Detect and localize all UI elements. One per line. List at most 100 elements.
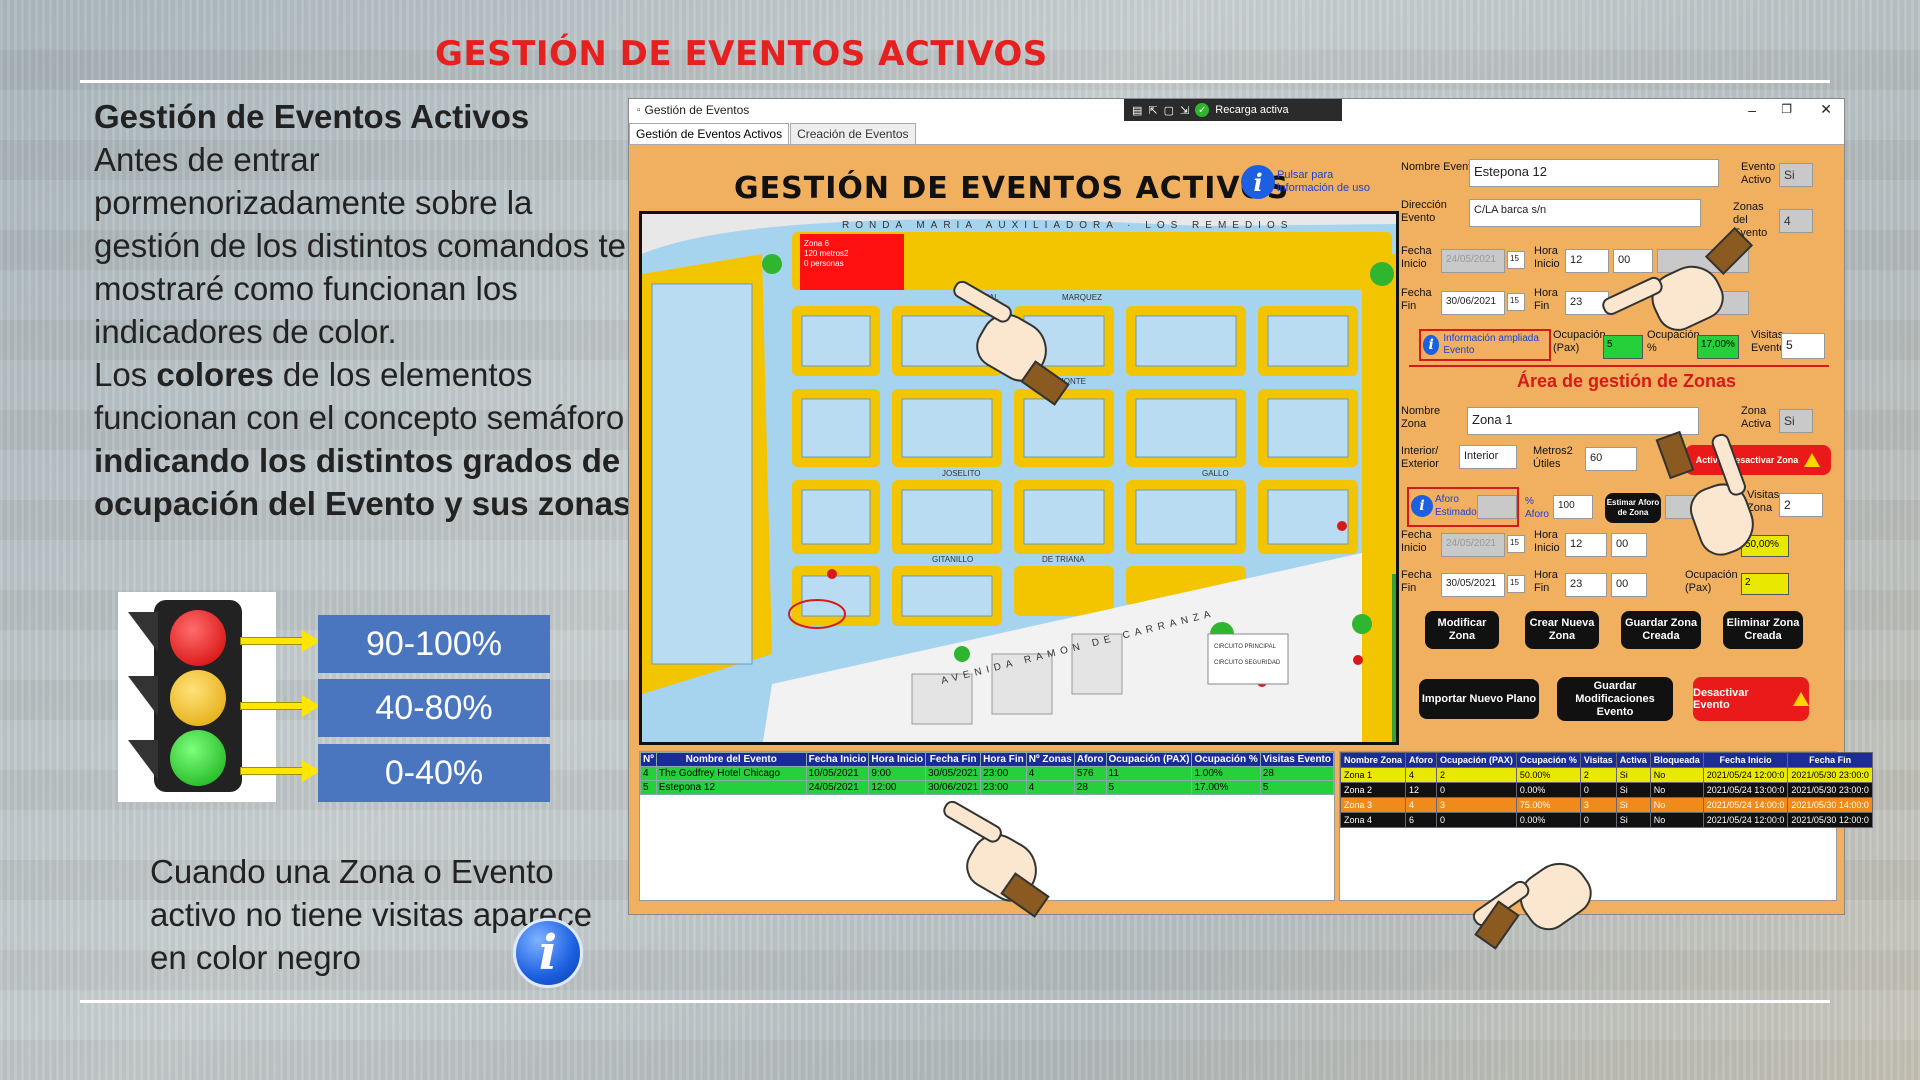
event-zones-field[interactable]: 4 — [1779, 209, 1813, 233]
col-header[interactable]: Fecha Inicio — [1702, 752, 1789, 768]
zone-end-date-label: Fecha Fin — [1401, 569, 1432, 594]
calendar-icon[interactable]: 15 — [1507, 251, 1525, 269]
col-header[interactable]: Ocupación (PAX) — [1436, 752, 1517, 768]
col-header[interactable]: Fecha Fin — [925, 752, 982, 767]
street-label: DE TRIANA — [1042, 555, 1085, 564]
aforo-estimado-field[interactable] — [1477, 495, 1517, 519]
zone-active-select[interactable]: Si — [1779, 409, 1813, 433]
table-row[interactable]: 4 The Godfrey Hotel Chicago 10/05/2021 9:00… — [640, 766, 1335, 781]
info-button-icon[interactable]: i — [1241, 165, 1275, 199]
event-active-select[interactable]: Si — [1779, 163, 1813, 187]
col-header[interactable]: Aforo — [1405, 752, 1438, 768]
minimize-button[interactable]: – — [1748, 102, 1756, 118]
modify-zone-button[interactable]: Modificar Zona — [1425, 611, 1499, 649]
table-row[interactable]: Zona 4 6 0 0.00% 0 Si No 2021/05/24 12:00:0 2021… — [1339, 812, 1873, 828]
reload-label[interactable]: Recarga activa — [1215, 104, 1288, 116]
zone-end-min-select[interactable]: 00 — [1611, 573, 1647, 597]
legend-text: CIRCUITO PRINCIPAL — [1214, 644, 1276, 650]
zone-visits-field[interactable]: 2 — [1779, 493, 1823, 517]
section-divider — [1409, 365, 1829, 367]
save-event-button[interactable]: Guardar Modificaciones Evento — [1557, 677, 1673, 721]
cell: 10/05/2021 — [805, 766, 870, 781]
col-header[interactable]: Bloqueada — [1649, 752, 1704, 768]
floor-map[interactable]: Zona 6 120 metros2 0 personas RONDA MARI… — [639, 211, 1399, 745]
tab-create-events[interactable]: Creación de Eventos — [790, 123, 916, 144]
zone-start-min-select[interactable]: 00 — [1611, 533, 1647, 557]
col-header[interactable]: Ocupación % — [1191, 752, 1261, 767]
table-row[interactable]: 5 Estepona 12 24/05/2021 12:00 30/06/2021 23:… — [640, 780, 1335, 795]
save-zone-button[interactable]: Guardar Zona Creada — [1621, 611, 1701, 649]
table-row[interactable]: Zona 2 12 0 0.00% 0 Si No 2021/05/24 13:00:0 202… — [1339, 782, 1873, 798]
table-row[interactable]: Zona 1 4 2 50.00% 2 Si No 2021/05/24 12:00:0 202… — [1339, 767, 1873, 783]
zone-start-date-label: Fecha Inicio — [1401, 529, 1432, 554]
zone-end-date-field[interactable]: 30/05/2021 — [1441, 573, 1505, 597]
toolbar-icon[interactable]: ⇱ — [1148, 104, 1157, 117]
calendar-icon[interactable]: 15 — [1507, 535, 1525, 553]
zone-start-date-field[interactable]: 24/05/2021 — [1441, 533, 1505, 557]
info-icon[interactable]: i — [1411, 495, 1433, 517]
col-header[interactable]: Fecha Inicio — [805, 752, 870, 767]
event-start-hour-select[interactable]: 12 — [1565, 249, 1609, 273]
create-zone-button[interactable]: Crear Nueva Zona — [1525, 611, 1599, 649]
event-end-date-label: Fecha Fin — [1401, 287, 1432, 312]
info-ampliada-box[interactable]: i Información ampliada Evento — [1419, 329, 1551, 361]
street-label: RONDA MARIA AUXILIADORA · LOS REMEDIOS — [842, 220, 1293, 231]
cell: Si — [1615, 767, 1651, 783]
col-header[interactable]: Ocupación % — [1515, 752, 1581, 768]
col-header[interactable]: Fecha Fin — [1787, 752, 1873, 768]
zone-end-hour-select[interactable]: 23 — [1565, 573, 1607, 597]
zone-name-field[interactable]: Zona 1 — [1467, 407, 1699, 435]
tab-active-events[interactable]: Gestión de Eventos Activos — [629, 123, 790, 144]
event-visits-field[interactable]: 5 — [1781, 333, 1825, 359]
zone-interior-select[interactable]: Interior — [1459, 445, 1517, 469]
info-icon: i — [1423, 335, 1440, 355]
delete-zone-button[interactable]: Eliminar Zona Creada — [1723, 611, 1803, 649]
col-header[interactable]: Nº — [640, 752, 657, 767]
street-label: GITANILLO — [932, 555, 973, 564]
pct-aforo-select[interactable]: 100 — [1553, 495, 1593, 519]
zone-metros-field[interactable]: 60 — [1585, 447, 1637, 471]
col-header[interactable]: Ocupación (PAX) — [1105, 752, 1193, 767]
activate-zone-button[interactable]: Activar Desactivar Zona — [1685, 445, 1831, 475]
col-header[interactable]: Nº Zonas — [1025, 752, 1075, 767]
info-ampliada-link[interactable]: Información ampliada Evento — [1443, 333, 1549, 357]
cell: 1.00% — [1191, 766, 1261, 781]
cell: 28 — [1259, 766, 1335, 781]
cell: 4 — [1025, 766, 1075, 781]
calendar-icon[interactable]: 15 — [1507, 293, 1525, 311]
cell: 2021/05/30 23:00:0 — [1787, 782, 1873, 798]
table-row[interactable]: Zona 3 4 3 75.00% 3 Si No 2021/05/24 14:00:0 202… — [1339, 797, 1873, 813]
zone-end-hour-label: Hora Fin — [1534, 569, 1558, 594]
event-end-date-field[interactable]: 30/06/2021 — [1441, 291, 1505, 315]
event-name-field[interactable]: Estepona 12 — [1469, 159, 1719, 187]
col-header[interactable]: Nombre del Evento — [655, 752, 807, 767]
cell: 9:00 — [868, 766, 927, 781]
toolbar-icon[interactable]: ▢ — [1164, 104, 1174, 117]
event-occupancy-pax-label: Ocupación (Pax) — [1553, 329, 1606, 354]
close-button[interactable]: ✕ — [1820, 101, 1832, 118]
col-header[interactable]: Activa — [1615, 752, 1651, 768]
estimate-aforo-button[interactable]: Estimar Aforo de Zona — [1605, 493, 1661, 523]
event-start-date-field[interactable]: 24/05/2021 — [1441, 249, 1505, 273]
cell: 5 — [1105, 780, 1193, 795]
info-link[interactable]: Pulsar para información de uso — [1277, 169, 1377, 195]
event-address-field[interactable]: C/LA barca s/n — [1469, 199, 1701, 227]
col-header[interactable]: Nombre Zona — [1339, 752, 1407, 768]
calendar-icon[interactable]: 15 — [1507, 575, 1525, 593]
event-start-min-select[interactable]: 00 — [1613, 249, 1653, 273]
col-header[interactable]: Aforo — [1073, 752, 1107, 767]
col-header[interactable]: Hora Fin — [980, 752, 1027, 767]
toolbar-icon[interactable]: ▤ — [1132, 104, 1142, 117]
col-header[interactable]: Hora Inicio — [868, 752, 927, 767]
import-plan-button[interactable]: Importar Nuevo Plano — [1419, 679, 1539, 719]
toolbar-icon[interactable]: ⇲ — [1180, 104, 1189, 117]
cell: 50.00% — [1515, 767, 1581, 783]
zone-start-hour-select[interactable]: 12 — [1565, 533, 1607, 557]
deactivate-event-button[interactable]: Desactivar Evento — [1693, 677, 1809, 721]
col-header[interactable]: Visitas Evento — [1259, 752, 1335, 767]
col-header[interactable]: Visitas — [1579, 752, 1617, 768]
maximize-button[interactable]: ❐ — [1781, 102, 1792, 116]
zone-active-label: Zona Activa — [1741, 405, 1771, 430]
zones-grid[interactable]: Nombre Zona Aforo Ocupación (PAX) Ocupac… — [1339, 751, 1873, 901]
event-start-hour-label: Hora Inicio — [1534, 245, 1560, 270]
